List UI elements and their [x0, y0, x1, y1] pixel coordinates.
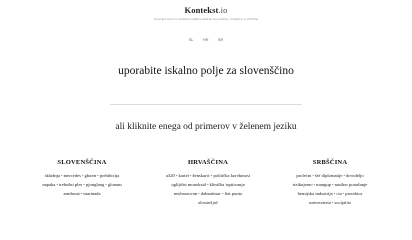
bullet-separator: •: [56, 182, 58, 187]
example-line: armbrust•marinada: [22, 189, 142, 198]
bullet-separator: •: [221, 191, 224, 196]
example-link[interactable]: nasilno ponašanje: [335, 182, 368, 187]
example-link[interactable]: neobrazovan: [174, 191, 197, 196]
example-link[interactable]: dalmatinac: [201, 191, 221, 196]
bullet-separator: •: [198, 191, 200, 196]
example-link[interactable]: rizikujemo: [293, 182, 313, 187]
bullet-separator: •: [81, 173, 84, 178]
example-link[interactable]: kartel: [178, 173, 188, 178]
examples-column-croatian: HRVAŠČINA a320•kartel•ženskarić•političk…: [148, 159, 268, 207]
column-title-serbian: SRBŠČINA: [312, 159, 348, 166]
example-link[interactable]: napaka: [42, 182, 55, 187]
example-line: prolećni•šef diplomatije•drvodeljo: [270, 171, 390, 180]
example-link[interactable]: univerziteta: [309, 200, 331, 205]
example-link[interactable]: trebušni ples: [59, 182, 82, 187]
bullet-separator: •: [83, 182, 85, 187]
example-line: a320•kartel•ženskarić•politička korektno…: [148, 171, 268, 180]
example-link[interactable]: armbrust: [63, 191, 79, 196]
examples-subheading: ali kliknite enega od primerov v želenem…: [115, 122, 297, 132]
example-line: uglijični monoksid•klinička ispitivanja: [148, 180, 268, 189]
example-link[interactable]: prehibicija: [100, 173, 120, 178]
bullet-separator: •: [206, 182, 209, 187]
logo-tld: .io: [218, 5, 228, 15]
language-hr-link[interactable]: HR: [203, 37, 209, 42]
examples-column-serbian: SRBŠČINA prolećni•šef diplomatije•drvode…: [270, 159, 390, 207]
example-link[interactable]: cia: [336, 191, 341, 196]
language-sr-link[interactable]: SR: [218, 37, 224, 42]
bullet-separator: •: [97, 173, 99, 178]
bullet-separator: •: [331, 182, 334, 187]
example-line: univerziteta•socijalist: [270, 198, 390, 207]
bullet-separator: •: [105, 182, 107, 187]
example-link[interactable]: mercedes: [64, 173, 81, 178]
example-link[interactable]: uglijični monoksid: [171, 182, 206, 187]
example-link[interactable]: prolećni: [296, 173, 311, 178]
example-line: rizikujemo•mangup•nasilno ponašanje: [270, 180, 390, 189]
example-link[interactable]: fiat punto: [225, 191, 243, 196]
column-title-slovenian: SLOVENŠČINA: [57, 159, 107, 166]
example-link[interactable]: šef diplomatije: [315, 173, 342, 178]
example-link[interactable]: ženskarić: [193, 173, 210, 178]
example-line: hemijska industrija•cia•prorektor: [270, 189, 390, 198]
bullet-separator: •: [313, 182, 316, 187]
example-line: skladnja•mercedes•gluten•prehibicija: [22, 171, 142, 180]
example-link[interactable]: gluten: [85, 173, 96, 178]
example-link[interactable]: zlostavljač: [198, 200, 218, 205]
bullet-separator: •: [61, 173, 63, 178]
bullet-separator: •: [189, 173, 192, 178]
language-sl-link[interactable]: SL: [189, 37, 194, 42]
example-list: skladnja•mercedes•gluten•prehibicija napa…: [22, 171, 142, 198]
example-link[interactable]: prorektor: [345, 191, 362, 196]
example-link[interactable]: pjonglang: [86, 182, 104, 187]
example-link[interactable]: politička korektnost: [213, 173, 250, 178]
example-link[interactable]: a320: [166, 173, 175, 178]
example-line: zlostavljač: [148, 198, 268, 207]
bullet-separator: •: [312, 173, 314, 178]
site-logo[interactable]: Kontekst.io: [0, 5, 412, 15]
example-line: napaka•trebušni ples•pjonglang•glonam: [22, 180, 142, 189]
example-list: prolećni•šef diplomatije•drvodeljo riziku…: [270, 171, 390, 207]
example-link[interactable]: marinada: [83, 191, 100, 196]
example-link[interactable]: drvodeljo: [346, 173, 364, 178]
example-link[interactable]: skladnja: [45, 173, 60, 178]
language-switcher: SL HR SR: [0, 37, 412, 42]
example-link[interactable]: klinička ispitivanja: [210, 182, 245, 187]
site-tagline: zanesljivi izvirni in obiskani vodiščni …: [153, 17, 259, 21]
logo-name: Kontekst: [184, 5, 219, 15]
example-link[interactable]: glonam: [108, 182, 122, 187]
search-prompt-heading: uporabite iskalno polje za slovenščino: [118, 65, 294, 77]
example-link[interactable]: socijalist: [334, 200, 350, 205]
bullet-separator: •: [343, 173, 346, 178]
column-title-croatian: HRVAŠČINA: [187, 159, 229, 166]
example-list: a320•kartel•ženskarić•politička korektno…: [148, 171, 268, 207]
example-line: neobrazovan•dalmatinac•fiat punto: [148, 189, 268, 198]
divider: [110, 104, 302, 105]
example-link[interactable]: hemijska industrija: [298, 191, 333, 196]
example-link[interactable]: mangup: [316, 182, 331, 187]
examples-column-slovenian: SLOVENŠČINA skladnja•mercedes•gluten•pre…: [22, 159, 142, 198]
